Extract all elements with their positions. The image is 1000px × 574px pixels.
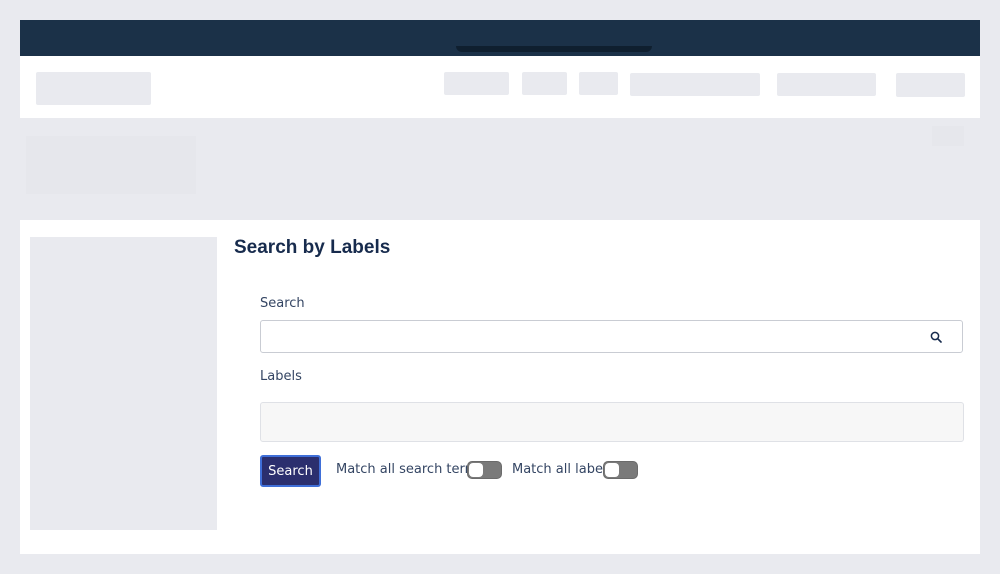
sidebar-placeholder	[30, 237, 217, 530]
breadcrumb-placeholder	[26, 136, 196, 194]
toggle-knob	[605, 463, 619, 477]
top-bar	[20, 20, 980, 56]
logo-placeholder	[36, 72, 151, 105]
action-placeholder	[932, 126, 964, 146]
nav-placeholder-5[interactable]	[777, 73, 876, 96]
match-all-labels-label: Match all labels	[512, 462, 614, 477]
search-icon[interactable]	[930, 331, 942, 343]
nav-placeholder-3[interactable]	[579, 72, 618, 95]
site-header	[20, 56, 980, 118]
labels-label: Labels	[260, 369, 302, 384]
nav-placeholder-1[interactable]	[444, 72, 509, 95]
main-panel: Search by Labels Search Labels Search Ma…	[20, 220, 980, 554]
search-label: Search	[260, 296, 305, 311]
search-button[interactable]: Search	[260, 455, 321, 487]
match-all-labels-toggle[interactable]	[603, 461, 638, 479]
nav-placeholder-6[interactable]	[896, 73, 965, 97]
page-title: Search by Labels	[234, 237, 391, 258]
top-bar-notch	[456, 46, 652, 52]
nav-placeholder-4[interactable]	[630, 73, 760, 96]
match-all-terms-label: Match all search terms	[336, 462, 485, 477]
toggle-knob	[469, 463, 483, 477]
labels-input[interactable]	[260, 402, 964, 442]
search-input[interactable]	[261, 321, 921, 352]
match-all-terms-toggle[interactable]	[467, 461, 502, 479]
nav-placeholder-2[interactable]	[522, 72, 567, 95]
search-field[interactable]	[260, 320, 963, 353]
